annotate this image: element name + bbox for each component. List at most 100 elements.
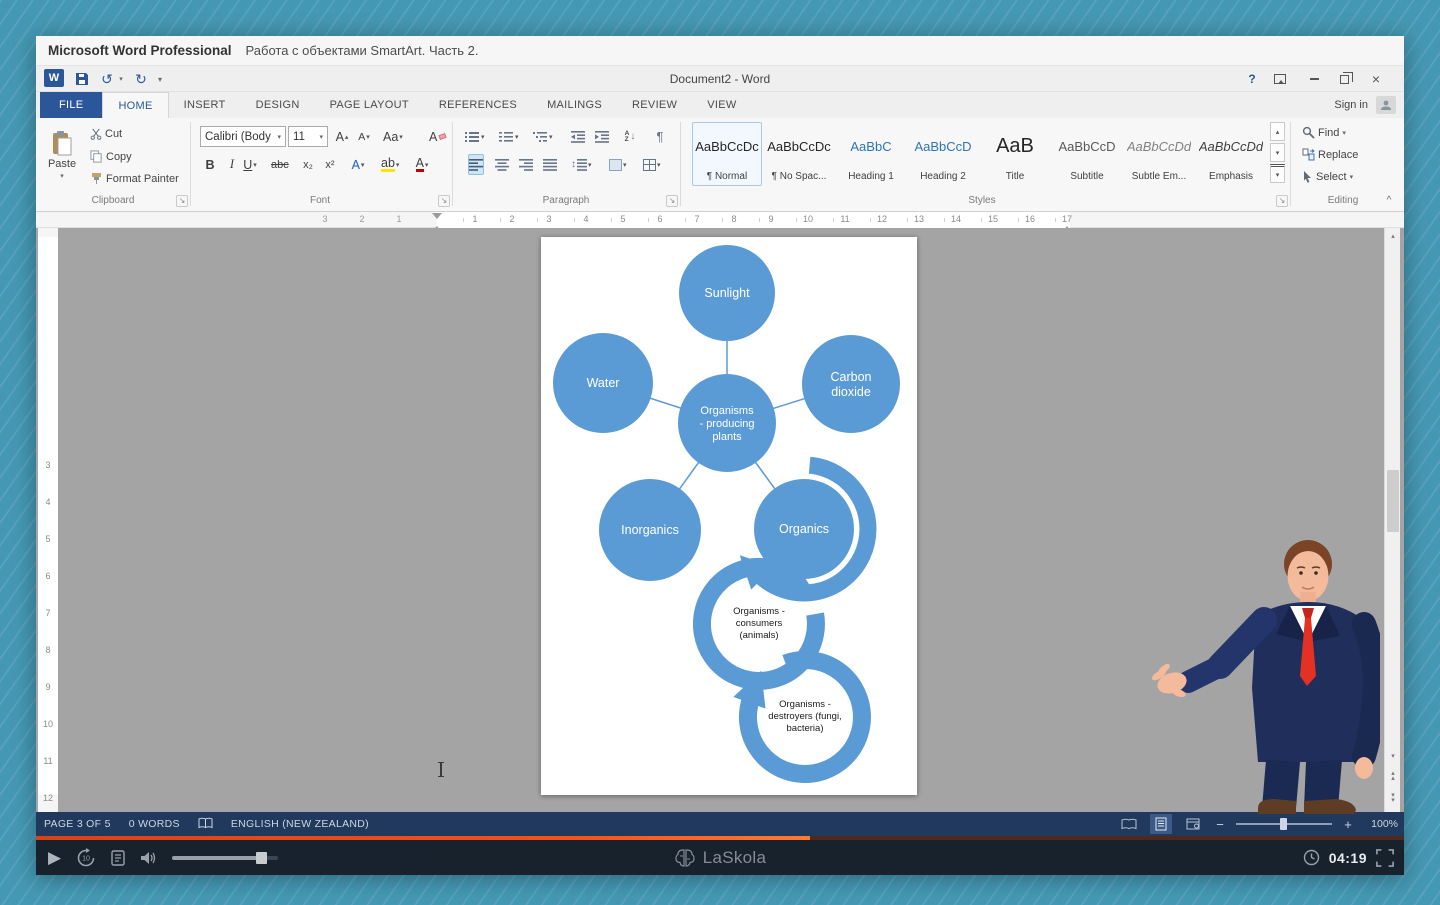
clear-formatting-button[interactable]: A	[428, 126, 447, 147]
borders-button[interactable]: ▾	[642, 154, 662, 175]
vertical-scrollbar[interactable]: ▴ ▾ ▴▴ ▾▾	[1384, 228, 1400, 812]
undo-dropdown[interactable]: ▾	[116, 69, 126, 89]
italic-button[interactable]: I	[224, 154, 240, 175]
smartart-node-water[interactable]: Water	[553, 333, 653, 433]
strikethrough-button[interactable]: abc	[270, 154, 290, 175]
align-right-button[interactable]	[518, 154, 534, 175]
paragraph-dialog-launcher[interactable]: ↘	[666, 195, 678, 207]
style-no-spacing[interactable]: AaBbCcDc ¶ No Spac...	[764, 122, 834, 186]
style-subtitle[interactable]: AaBbCcD Subtitle	[1052, 122, 1122, 186]
styles-scroll-down[interactable]: ▾	[1270, 143, 1285, 162]
smartart-node-organics[interactable]: Organics	[754, 479, 854, 579]
clipboard-dialog-launcher[interactable]: ↘	[176, 195, 188, 207]
scroll-down-button[interactable]: ▾	[1385, 748, 1401, 764]
scroll-up-button[interactable]: ▴	[1385, 228, 1401, 244]
notes-button[interactable]	[111, 850, 125, 866]
collapse-ribbon-button[interactable]: ^	[1380, 194, 1398, 209]
style-normal[interactable]: AaBbCcDc ¶ Normal	[692, 122, 762, 186]
decrease-indent-button[interactable]	[570, 126, 586, 147]
sort-button[interactable]: AZ ↓	[622, 126, 638, 147]
tab-review[interactable]: REVIEW	[617, 92, 692, 118]
style-emphasis[interactable]: AaBbCcDd Emphasis	[1196, 122, 1266, 186]
save-button[interactable]	[72, 69, 92, 89]
volume-slider[interactable]	[172, 856, 278, 860]
undo-button[interactable]: ↺	[98, 69, 116, 89]
tab-references[interactable]: REFERENCES	[424, 92, 532, 118]
multilevel-list-button[interactable]: ▾	[532, 126, 554, 147]
fullscreen-button[interactable]	[1376, 849, 1394, 867]
tab-insert[interactable]: INSERT	[169, 92, 241, 118]
spellcheck-indicator[interactable]	[198, 817, 213, 832]
horizontal-ruler[interactable]: 3 2 1 1 2 3 4 5 6 7 8 9 10 11 12 13 14 1…	[36, 212, 1404, 228]
select-button[interactable]: Select ▾	[1298, 168, 1357, 185]
smartart-node-carbon-dioxide[interactable]: Carbon dioxide	[802, 335, 900, 433]
grow-font-button[interactable]: A▴	[334, 126, 350, 147]
replace-button[interactable]: Replace	[1298, 146, 1362, 163]
scrollbar-thumb[interactable]	[1387, 470, 1399, 532]
replay-10-button[interactable]: 10	[76, 848, 96, 868]
vertical-ruler[interactable]: 3 4 5 6 7 8 9 10 11 12 13 14 15 16	[38, 228, 58, 812]
tab-page-layout[interactable]: PAGE LAYOUT	[315, 92, 424, 118]
format-painter-button[interactable]: Format Painter	[86, 170, 183, 187]
language-indicator[interactable]: ENGLISH (NEW ZEALAND)	[231, 818, 369, 830]
change-case-button[interactable]: Aa▾	[382, 126, 404, 147]
word-count[interactable]: 0 WORDS	[129, 818, 180, 830]
align-center-button[interactable]	[494, 154, 510, 175]
bullets-button[interactable]: ▾	[464, 126, 486, 147]
page-indicator[interactable]: PAGE 3 OF 5	[44, 818, 111, 830]
zoom-slider[interactable]	[1236, 823, 1332, 825]
text-effects-button[interactable]: A▾	[350, 154, 366, 175]
style-subtle-emphasis[interactable]: AaBbCcDd Subtle Em...	[1124, 122, 1194, 186]
shrink-font-button[interactable]: A▾	[356, 126, 372, 147]
smartart-node-destroyers[interactable]: Organisms - destroyers (fungi, bacteria)	[768, 699, 841, 734]
highlight-color-button[interactable]: ab▾	[380, 154, 400, 175]
superscript-button[interactable]: x²	[322, 154, 338, 175]
paste-button[interactable]: Paste ▾	[44, 122, 80, 188]
account-avatar[interactable]	[1376, 96, 1396, 114]
ribbon-display-options-button[interactable]	[1266, 66, 1294, 92]
styles-more-button[interactable]: ▾	[1270, 164, 1285, 183]
underline-button[interactable]: U▾	[242, 154, 258, 175]
tab-design[interactable]: DESIGN	[241, 92, 315, 118]
read-mode-button[interactable]	[1118, 814, 1140, 834]
sign-in-link[interactable]: Sign in	[1334, 92, 1368, 118]
tab-file[interactable]: FILE	[40, 92, 102, 118]
show-hide-pilcrow-button[interactable]: ¶	[652, 126, 668, 147]
subscript-button[interactable]: x₂	[300, 154, 316, 175]
word-logo-icon[interactable]: W	[44, 69, 64, 87]
help-button[interactable]: ?	[1238, 66, 1266, 92]
tab-view[interactable]: VIEW	[692, 92, 751, 118]
font-family-combobox[interactable]: Calibri (Body ▾	[200, 126, 286, 147]
volume-slider-handle[interactable]	[256, 852, 267, 864]
styles-scroll-up[interactable]: ▴	[1270, 122, 1285, 141]
align-left-button[interactable]	[468, 154, 484, 175]
smartart-node-inorganics[interactable]: Inorganics	[599, 479, 701, 581]
volume-button[interactable]	[140, 851, 157, 865]
shading-button[interactable]: ▾	[608, 154, 628, 175]
restore-button[interactable]	[1330, 66, 1358, 92]
style-title[interactable]: AaB Title	[980, 122, 1050, 186]
increase-indent-button[interactable]	[594, 126, 610, 147]
close-button[interactable]: ×	[1362, 66, 1390, 92]
smartart-node-consumers[interactable]: Organisms - consumers (animals)	[733, 606, 785, 641]
cut-button[interactable]: Cut	[86, 126, 126, 142]
line-spacing-button[interactable]: ↕ ▾	[570, 154, 593, 175]
numbering-button[interactable]: ▾	[498, 126, 520, 147]
styles-dialog-launcher[interactable]: ↘	[1276, 195, 1288, 207]
next-page-button[interactable]: ▾▾	[1385, 790, 1401, 806]
find-button[interactable]: Find ▾	[1298, 124, 1350, 141]
redo-button[interactable]: ↻	[132, 69, 150, 89]
font-color-button[interactable]: A▾	[414, 154, 430, 175]
copy-button[interactable]: Copy	[86, 148, 136, 165]
style-heading2[interactable]: AaBbCcD Heading 2	[908, 122, 978, 186]
play-button[interactable]: ▶	[48, 849, 61, 866]
tab-home[interactable]: HOME	[102, 92, 168, 118]
font-dialog-launcher[interactable]: ↘	[438, 195, 450, 207]
qat-customize-button[interactable]: ▾	[154, 69, 166, 89]
justify-button[interactable]	[542, 154, 558, 175]
smartart-node-producing-plants[interactable]: Organisms - producing plants	[678, 374, 776, 472]
minimize-button[interactable]	[1300, 66, 1328, 92]
smartart-node-sunlight[interactable]: Sunlight	[679, 245, 775, 341]
previous-page-button[interactable]: ▴▴	[1385, 768, 1401, 784]
tab-mailings[interactable]: MAILINGS	[532, 92, 617, 118]
